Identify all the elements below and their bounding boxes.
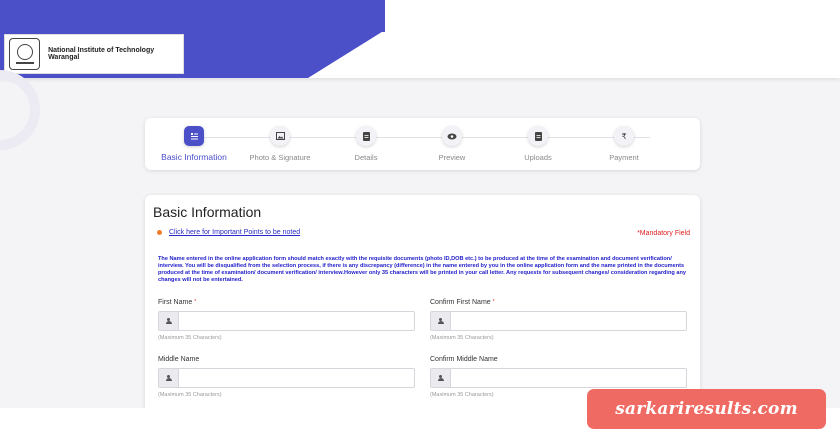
person-icon — [159, 369, 179, 387]
person-icon — [159, 312, 179, 330]
image-icon — [270, 126, 290, 146]
app-header: National Institute of Technology Waranga… — [0, 0, 840, 78]
form-title: Basic Information — [153, 204, 262, 220]
decorative-circle — [0, 70, 40, 150]
first-name-label: First Name * — [158, 299, 197, 306]
form-icon — [184, 126, 204, 146]
step-preview[interactable]: Preview — [409, 126, 495, 162]
watermark-badge: sarkariresults.com — [587, 389, 826, 429]
first-name-hint: (Maximum 35 Characters) — [158, 335, 222, 341]
step-label: Uploads — [524, 153, 552, 162]
important-points-link[interactable]: Click here for Important Points to be no… — [169, 229, 300, 236]
institute-logo-box[interactable]: National Institute of Technology Waranga… — [4, 34, 184, 74]
confirm-first-name-label: Confirm First Name * — [430, 299, 495, 306]
person-icon — [431, 369, 451, 387]
step-label: Payment — [609, 153, 639, 162]
mandatory-field-note: *Mandatory Field — [637, 230, 690, 237]
step-basic-information[interactable]: Basic Information — [151, 126, 237, 162]
person-icon — [431, 312, 451, 330]
step-photo-signature[interactable]: Photo & Signature — [237, 126, 323, 162]
document-icon — [356, 126, 376, 146]
middle-name-label: Middle Name — [158, 356, 200, 363]
step-details[interactable]: Details — [323, 126, 409, 162]
header-accent-band-top — [0, 0, 385, 32]
first-name-input[interactable] — [179, 312, 414, 330]
middle-name-input[interactable] — [179, 369, 414, 387]
step-label: Preview — [438, 153, 466, 162]
confirm-first-name-hint: (Maximum 35 Characters) — [430, 335, 494, 341]
institute-name: National Institute of Technology Waranga… — [48, 47, 155, 61]
confirm-middle-name-input[interactable] — [451, 369, 686, 387]
step-label: Details — [354, 153, 378, 162]
step-uploads[interactable]: Uploads — [495, 126, 581, 162]
file-icon — [528, 126, 548, 146]
step-label: Photo & Signature — [249, 153, 311, 162]
confirm-first-name-input[interactable] — [451, 312, 686, 330]
name-notice-text: The Name entered in the online applicati… — [158, 256, 687, 284]
confirm-middle-name-label: Confirm Middle Name — [430, 356, 498, 363]
watermark-text: sarkariresults.com — [615, 399, 798, 419]
rupee-icon: ₹ — [614, 126, 634, 146]
step-label: Basic Information — [161, 152, 227, 162]
important-points-row: Click here for Important Points to be no… — [157, 229, 300, 236]
first-name-field: First Name * (Maximum 35 Characters) — [158, 299, 415, 341]
bullet-dot-icon — [157, 230, 162, 235]
institute-logo-icon — [9, 38, 41, 70]
middle-name-field: Middle Name (Maximum 35 Characters) — [158, 356, 415, 398]
middle-name-hint: (Maximum 35 Characters) — [158, 392, 222, 398]
eye-icon — [442, 126, 462, 146]
confirm-first-name-field: Confirm First Name * (Maximum 35 Charact… — [430, 299, 687, 341]
application-stepper: Basic Information Photo & Signature Deta… — [145, 118, 700, 170]
step-payment[interactable]: ₹ Payment — [581, 126, 667, 162]
